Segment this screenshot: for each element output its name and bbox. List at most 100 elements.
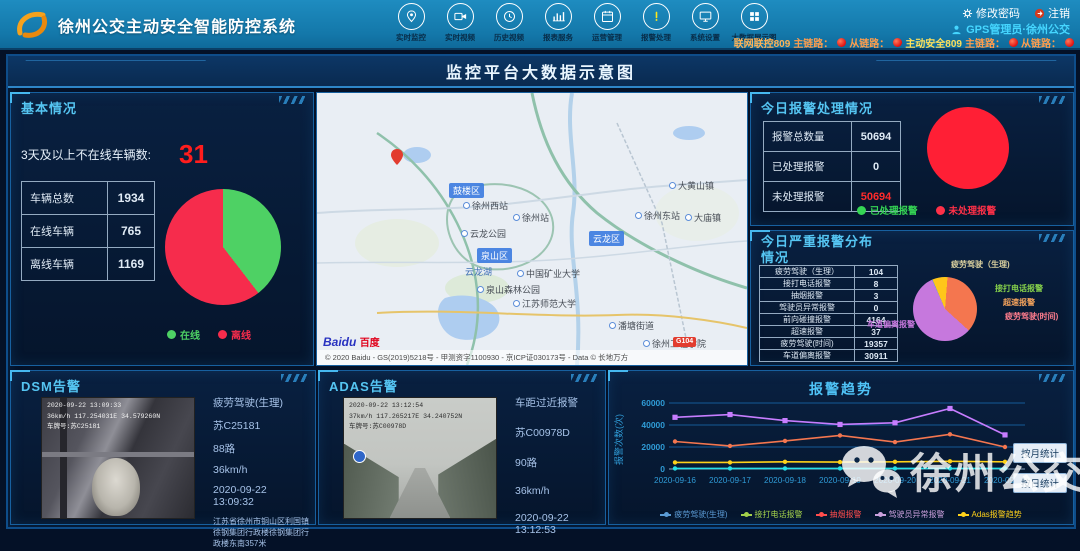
link-status-segment: 主链路： <box>965 35 1005 50</box>
driver-face <box>92 458 140 516</box>
legend-item[interactable]: 未处理报警 <box>936 203 997 217</box>
nav-item-系统设置[interactable]: 系统设置 <box>686 3 724 43</box>
bar-chart-icon <box>545 3 572 30</box>
nav-item-label: 历史视频 <box>494 32 524 43</box>
alarm-stats-table: 报警总数量50694已处理报警0未处理报警50694 <box>763 121 901 212</box>
map-place-label: 中国矿业大学 <box>517 267 580 280</box>
dsm-address: 江苏省徐州市铜山区利国镇徐钢集团行政楼徐钢集团行政楼东南357米 <box>213 516 309 550</box>
nav-item-label: 实时视频 <box>445 32 475 43</box>
severe-alarm-title: 今日严重报警分布情况 <box>761 234 883 265</box>
change-password-label: 修改密码 <box>976 5 1020 21</box>
table-row: 车道偏离报警30911 <box>760 350 898 362</box>
place-dot-icon <box>685 214 692 221</box>
dsm-detail-line: 36km/h <box>213 464 309 476</box>
alarm-exclamation-icon <box>643 3 670 30</box>
map-district-label: 泉山区 <box>477 248 512 263</box>
nav-item-报表服务[interactable]: 报表服务 <box>539 3 577 43</box>
legend-item[interactable]: 疲劳驾驶(生理) <box>660 509 727 520</box>
link-status-segment: 主动安全809 <box>905 35 962 50</box>
nav-item-label: 报警处理 <box>641 32 671 43</box>
nav-item-报警处理[interactable]: 报警处理 <box>637 3 675 43</box>
history-clock-icon <box>496 3 523 30</box>
city-map[interactable]: 鼓楼区云龙区泉山区徐州西站徐州站云龙公园云龙湖中国矿业大学泉山森林公园江苏师范大… <box>316 92 748 366</box>
basic-pie-legend: 在线 离线 <box>167 327 251 342</box>
svg-text:60000: 60000 <box>641 398 665 408</box>
severe-alarm-table: 疲劳驾驶（生理）104接打电话报警8抽烟报警3驾驶员异常报警0前向碰撞报警416… <box>759 265 898 362</box>
nav-item-label: 系统设置 <box>690 32 720 43</box>
status-dot-icon <box>893 38 902 47</box>
map-place-label: 江苏师范大学 <box>513 297 576 310</box>
trend-chart-legend: 疲劳驾驶(生理) 接打电话报警 抽烟报警 驾驶员异常报警 Adas报警趋势 <box>609 509 1073 520</box>
place-dot-icon <box>609 322 616 329</box>
legend-item[interactable]: 已处理报警 <box>857 203 918 217</box>
map-pin-icon <box>391 149 403 165</box>
system-monitor-icon <box>692 3 719 30</box>
table-row: 报警总数量50694 <box>764 122 901 152</box>
adas-details: 车距过近报警苏C00978D90路36km/h2020-09-22 13:12:… <box>515 395 605 551</box>
logout-button[interactable]: 注销 <box>1034 5 1070 21</box>
table-row: 在线车辆765 <box>22 215 155 248</box>
nav-item-运营管理[interactable]: 运营管理 <box>588 3 626 43</box>
svg-text:2020-09-17: 2020-09-17 <box>709 476 751 485</box>
nav-item-实时监控[interactable]: 实时监控 <box>392 3 430 43</box>
adas-panel-title: ADAS告警 <box>329 376 398 395</box>
nav-item-label: 运营管理 <box>592 32 622 43</box>
trend-chart-title: 报警趋势 <box>609 379 1073 399</box>
map-place-label: 徐州东站 <box>635 209 680 222</box>
adas-photo-overlay: 2020-09-22 13:12:5437km/h 117.265217E 34… <box>349 401 462 433</box>
svg-text:2020-09-21: 2020-09-21 <box>929 476 971 485</box>
adas-road-photo[interactable]: 2020-09-22 13:12:5437km/h 117.265217E 34… <box>343 397 497 519</box>
link-status-segment: 从链路： <box>1021 35 1061 50</box>
map-place-label: 徐州站 <box>513 211 549 224</box>
dsm-detail-line: 2020-09-22 13:09:32 <box>213 484 309 508</box>
status-dot-icon <box>1009 38 1018 47</box>
basic-panel-title: 基本情况 <box>21 98 77 117</box>
nav-item-历史视频[interactable]: 历史视频 <box>490 3 528 43</box>
adas-detail-line: 车距过近报警 <box>515 395 605 410</box>
grid-icon <box>741 3 768 30</box>
legend-item[interactable]: Adas报警趋势 <box>958 509 1022 520</box>
nav-item-实时视频[interactable]: 实时视频 <box>441 3 479 43</box>
logout-label: 注销 <box>1048 5 1070 21</box>
place-dot-icon <box>643 340 650 347</box>
status-dot-icon <box>1065 38 1074 47</box>
map-place-label: 云龙公园 <box>461 227 506 240</box>
map-place-label: 大庙镇 <box>685 211 721 224</box>
dsm-details: 疲劳驾驶(生理)苏C2518188路36km/h2020-09-22 13:09… <box>213 395 309 550</box>
link-status-segment: 主链路： <box>793 35 833 50</box>
change-password-button[interactable]: 修改密码 <box>962 5 1020 21</box>
legend-item[interactable]: 离线 <box>218 327 251 342</box>
place-dot-icon <box>463 202 470 209</box>
dsm-alarm-panel: DSM告警 2020-09-22 13:09:3336km/h 117.2540… <box>10 370 316 525</box>
table-row: 抽烟报警3 <box>760 290 898 302</box>
legend-item[interactable]: 抽烟报警 <box>816 509 862 520</box>
gear-icon <box>962 8 973 19</box>
place-dot-icon <box>513 300 520 307</box>
map-place-label: 潘塘街道 <box>609 319 654 332</box>
pie-callout-label: 疲劳驾驶（生理) <box>951 259 1010 270</box>
dsm-driver-photo[interactable]: 2020-09-22 13:09:3336km/h 117.254031E 34… <box>41 397 195 519</box>
svg-text:2020-09-19: 2020-09-19 <box>819 476 861 485</box>
table-row: 疲劳驾驶（生理）104 <box>760 266 898 278</box>
legend-item[interactable]: 驾驶员异常报警 <box>875 509 945 520</box>
monthly-stats-button[interactable]: 按月统计 <box>1013 443 1067 463</box>
place-dot-icon <box>517 270 524 277</box>
today-alarm-title: 今日报警处理情况 <box>761 98 873 117</box>
app-logo-icon <box>14 8 50 40</box>
pie-callout-label: 疲劳驾驶(时间) <box>1005 311 1058 322</box>
offline-3day-label: 3天及以上不在线车辆数: <box>21 146 151 163</box>
map-district-label: 云龙区 <box>589 231 624 246</box>
daily-stats-button[interactable]: 按日统计 <box>1013 473 1067 493</box>
road-number-badge: G104 <box>673 337 696 347</box>
header-bar: 徐州公交主动安全智能防控系统 实时监控实时视频历史视频报表服务运营管理报警处理系… <box>0 0 1080 50</box>
legend-item[interactable]: 在线 <box>167 327 200 342</box>
pie-callout-label: 接打电话报警 <box>995 283 1043 294</box>
place-dot-icon <box>635 212 642 219</box>
legend-item[interactable]: 接打电话报警 <box>741 509 803 520</box>
nav-item-label: 报表服务 <box>543 32 573 43</box>
svg-text:2020-09-16: 2020-09-16 <box>654 476 696 485</box>
offline-3day-value: 31 <box>179 141 208 167</box>
main-nav: 实时监控实时视频历史视频报表服务运营管理报警处理系统设置大数据展示图 <box>392 3 773 43</box>
svg-text:40000: 40000 <box>641 420 665 430</box>
map-place-label: 泉山森林公园 <box>477 283 540 296</box>
